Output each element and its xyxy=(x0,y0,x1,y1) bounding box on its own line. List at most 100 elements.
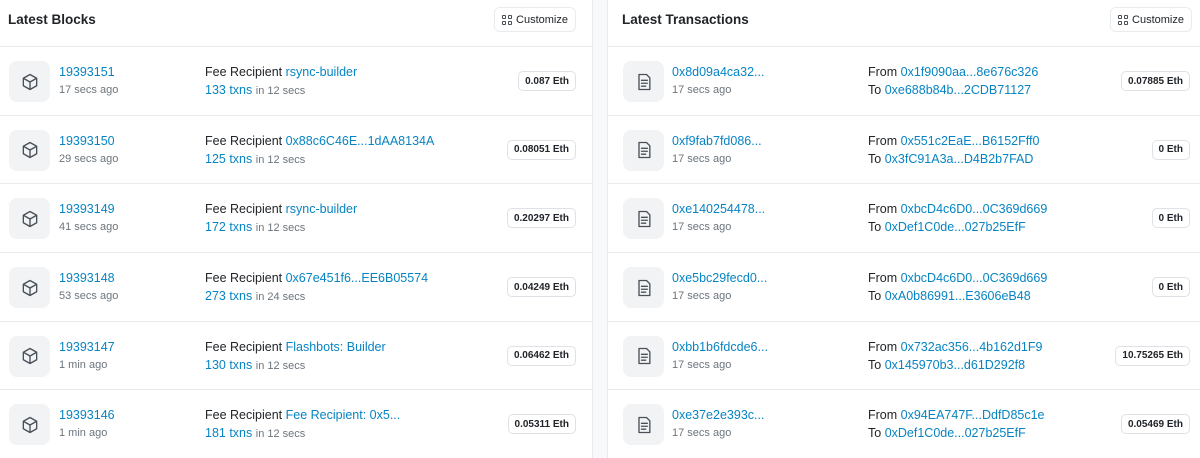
fee-recipient-link[interactable]: 0x88c6C46E...1dAA8134A xyxy=(286,134,435,148)
latest-blocks-title: Latest Blocks xyxy=(8,12,96,27)
document-icon xyxy=(623,61,664,102)
from-address-link[interactable]: 0x1f9090aa...8e676c326 xyxy=(901,65,1039,79)
transaction-value-badge: 0.05469 Eth xyxy=(1120,414,1190,435)
block-age: 53 secs ago xyxy=(59,290,119,303)
to-address-link[interactable]: 0xDef1C0de...027b25EfF xyxy=(885,220,1026,234)
fee-recipient-link[interactable]: rsync-builder xyxy=(286,65,358,79)
block-age: 41 secs ago xyxy=(59,221,119,234)
transaction-hash-link[interactable]: 0xbb1b6fdcde6... xyxy=(672,340,768,354)
customize-blocks-button[interactable]: Customize xyxy=(494,7,576,32)
fee-recipient-label: Fee Recipient xyxy=(205,339,283,354)
block-time: in 24 secs xyxy=(255,291,306,304)
transaction-hash-link[interactable]: 0xf9fab7fd086... xyxy=(672,134,762,148)
cube-icon xyxy=(9,198,50,240)
cube-icon xyxy=(9,335,50,377)
block-reward-badge: 0.04249 Eth xyxy=(506,277,576,298)
document-icon xyxy=(623,129,664,171)
transaction-age: 17 secs ago xyxy=(672,221,732,234)
block-row: 19393146 1 min ago Fee Recipient Fee Rec… xyxy=(0,390,592,458)
document-icon xyxy=(623,404,664,446)
transaction-row: 0xbb1b6fdcde6... 17 secs ago From 0x732a… xyxy=(608,322,1200,391)
to-label: To xyxy=(868,151,882,166)
block-number-link[interactable]: 19393149 xyxy=(59,202,118,216)
to-address-link[interactable]: 0x3fC91A3a...D4B2b7FAD xyxy=(885,152,1034,166)
block-age: 17 secs ago xyxy=(59,84,119,96)
fee-recipient-label: Fee Recipient xyxy=(205,65,283,79)
cube-icon xyxy=(9,129,50,171)
customize-label: Customize xyxy=(516,13,568,26)
transaction-value-badge: 10.75265 Eth xyxy=(1115,345,1190,366)
block-txns-link[interactable]: 125 txns xyxy=(205,152,252,166)
transaction-row: 0x8d09a4ca32... 17 secs ago From 0x1f909… xyxy=(608,47,1200,116)
transaction-row: 0xe37e2e393c... 17 secs ago From 0x94EA7… xyxy=(608,390,1200,458)
transaction-row: 0xf9fab7fd086... 17 secs ago From 0x551c… xyxy=(608,116,1200,185)
customize-transactions-button[interactable]: Customize xyxy=(1110,7,1192,32)
document-icon xyxy=(623,267,664,309)
block-time: in 12 secs xyxy=(255,428,306,441)
transaction-value-badge: 0 Eth xyxy=(1151,208,1190,229)
transaction-hash-link[interactable]: 0xe140254478... xyxy=(672,202,765,216)
fee-recipient-label: Fee Recipient xyxy=(205,133,283,148)
block-txns-link[interactable]: 172 txns xyxy=(205,220,252,234)
block-number-link[interactable]: 19393151 xyxy=(59,65,118,79)
block-txns-link[interactable]: 133 txns xyxy=(205,83,252,97)
to-address-link[interactable]: 0xA0b86991...E3606eB48 xyxy=(885,289,1031,303)
block-number-link[interactable]: 19393147 xyxy=(59,340,115,354)
transaction-value-badge: 0.07885 Eth xyxy=(1120,71,1190,91)
from-label: From xyxy=(868,202,898,217)
block-number-link[interactable]: 19393146 xyxy=(59,408,115,422)
block-txns-link[interactable]: 273 txns xyxy=(205,289,252,303)
block-time: in 12 secs xyxy=(255,85,306,97)
block-txns-link[interactable]: 130 txns xyxy=(205,358,252,372)
block-txns-link[interactable]: 181 txns xyxy=(205,426,252,440)
to-address-link[interactable]: 0xe688b84b...2CDB71127 xyxy=(885,83,1031,97)
to-address-link[interactable]: 0x145970b3...d61D292f8 xyxy=(885,358,1025,372)
transaction-value-badge: 0 Eth xyxy=(1151,277,1190,298)
block-row: 19393149 41 secs ago Fee Recipient rsync… xyxy=(0,184,592,254)
block-age: 1 min ago xyxy=(59,427,108,440)
customize-label: Customize xyxy=(1132,13,1184,26)
transaction-list: 0x8d09a4ca32... 17 secs ago From 0x1f909… xyxy=(608,47,1200,458)
from-label: From xyxy=(868,408,898,423)
to-label: To xyxy=(868,426,882,441)
to-label: To xyxy=(868,220,882,235)
block-row: 19393147 1 min ago Fee Recipient Flashbo… xyxy=(0,322,592,391)
to-address-link[interactable]: 0xDef1C0de...027b25EfF xyxy=(885,426,1026,440)
transaction-age: 17 secs ago xyxy=(672,152,732,165)
fee-recipient-link[interactable]: Flashbots: Builder xyxy=(286,340,386,354)
fee-recipient-label: Fee Recipient xyxy=(205,271,283,286)
block-number-link[interactable]: 19393148 xyxy=(59,271,118,285)
cube-icon xyxy=(9,267,50,309)
block-time: in 12 secs xyxy=(255,153,306,166)
block-reward-badge: 0.08051 Eth xyxy=(506,139,576,160)
transaction-age: 17 secs ago xyxy=(672,84,732,96)
block-row: 19393148 53 secs ago Fee Recipient 0x67e… xyxy=(0,253,592,322)
block-age: 29 secs ago xyxy=(59,152,119,165)
transaction-hash-link[interactable]: 0x8d09a4ca32... xyxy=(672,65,764,79)
fee-recipient-link[interactable]: 0x67e451f6...EE6B05574 xyxy=(286,271,428,285)
transaction-row: 0xe5bc29fecd0... 17 secs ago From 0xbcD4… xyxy=(608,253,1200,322)
block-row: 19393151 17 secs ago Fee Recipient rsync… xyxy=(0,47,592,116)
from-address-link[interactable]: 0x94EA747F...DdfD85c1e xyxy=(901,408,1045,422)
transaction-row: 0xe140254478... 17 secs ago From 0xbcD4c… xyxy=(608,184,1200,254)
block-list: 19393151 17 secs ago Fee Recipient rsync… xyxy=(0,47,592,458)
to-label: To xyxy=(868,289,882,304)
from-address-link[interactable]: 0xbcD4c6D0...0C369d669 xyxy=(901,271,1048,285)
transaction-hash-link[interactable]: 0xe5bc29fecd0... xyxy=(672,271,767,285)
block-time: in 12 secs xyxy=(255,222,306,235)
block-number-link[interactable]: 19393150 xyxy=(59,134,118,148)
cube-icon xyxy=(9,404,50,446)
cube-icon xyxy=(9,61,50,102)
fee-recipient-link[interactable]: Fee Recipient: 0x5... xyxy=(286,408,401,422)
document-icon xyxy=(623,198,664,240)
transaction-age: 17 secs ago xyxy=(672,427,732,440)
from-address-link[interactable]: 0xbcD4c6D0...0C369d669 xyxy=(901,202,1048,216)
transaction-hash-link[interactable]: 0xe37e2e393c... xyxy=(672,408,764,422)
document-icon xyxy=(623,335,664,377)
from-address-link[interactable]: 0x732ac356...4b162d1F9 xyxy=(901,340,1043,354)
latest-blocks-card: Latest Blocks Customize 19393151 17 secs… xyxy=(0,0,593,458)
transaction-value-badge: 0 Eth xyxy=(1151,139,1190,160)
fee-recipient-link[interactable]: rsync-builder xyxy=(286,202,358,216)
block-reward-badge: 0.087 Eth xyxy=(518,71,576,91)
from-address-link[interactable]: 0x551c2EaE...B6152Fff0 xyxy=(901,134,1040,148)
